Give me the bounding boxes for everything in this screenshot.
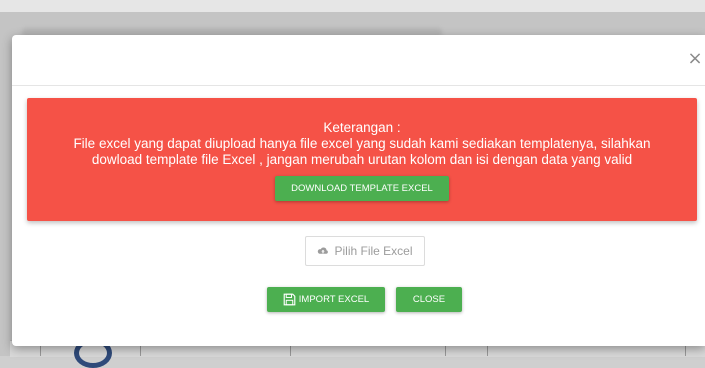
- download-template-button[interactable]: DOWNLOAD TEMPLATE EXCEL: [275, 176, 449, 201]
- alert-message-line: File excel yang dapat diupload hanya fil…: [73, 136, 651, 151]
- import-excel-button[interactable]: IMPORT EXCEL: [267, 287, 385, 312]
- close-button[interactable]: CLOSE: [396, 287, 462, 312]
- alert-message: File excel yang dapat diupload hanya fil…: [27, 136, 697, 168]
- modal-header: ×: [12, 35, 705, 86]
- close-icon[interactable]: ×: [687, 48, 703, 70]
- cloud-upload-icon: [318, 247, 329, 254]
- alert-message-line: dowload template file Excel , jangan mer…: [91, 152, 633, 167]
- info-alert: Keterangan : File excel yang dapat diupl…: [27, 98, 697, 221]
- pick-file-button[interactable]: Pilih File Excel: [305, 236, 425, 266]
- import-modal: × Keterangan : File excel yang dapat diu…: [12, 35, 705, 346]
- page-top-strip: [0, 0, 705, 12]
- import-excel-label: IMPORT EXCEL: [298, 294, 370, 305]
- save-icon: [283, 293, 296, 306]
- pick-file-label: Pilih File Excel: [334, 244, 413, 258]
- alert-title: Keterangan :: [323, 120, 401, 135]
